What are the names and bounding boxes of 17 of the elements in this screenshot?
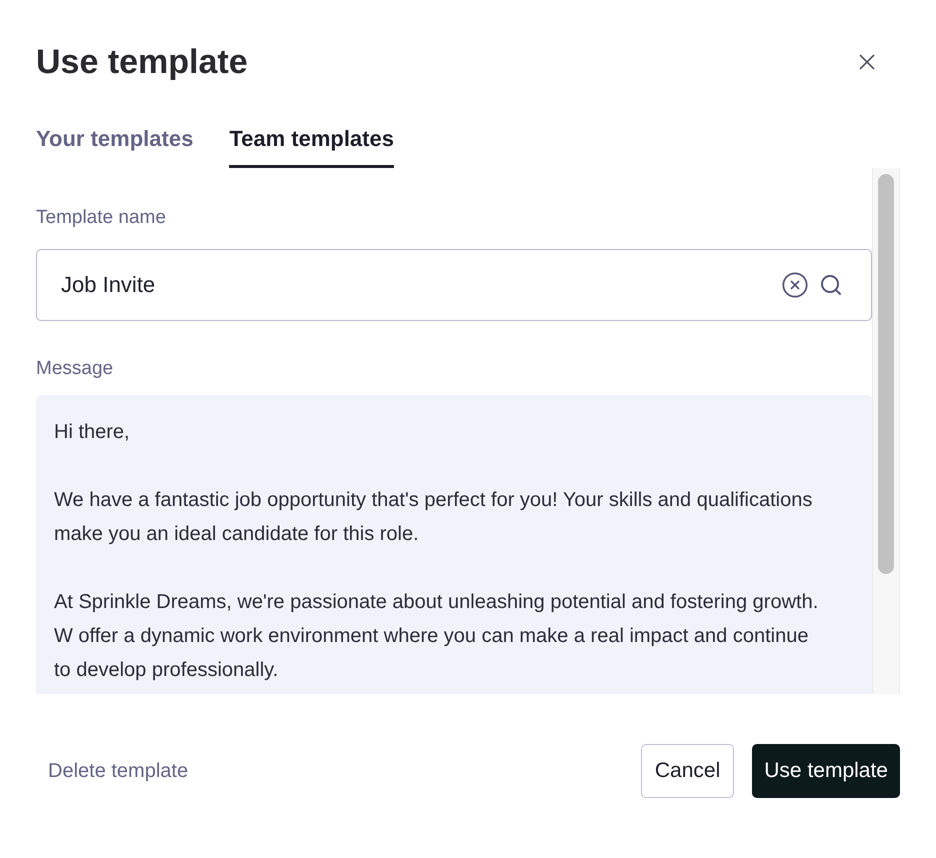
- scrollbar[interactable]: [872, 168, 900, 694]
- field-value: Job Invite: [61, 272, 156, 297]
- tab[interactable]: Your templates: [36, 122, 194, 168]
- dialog-title: Use template: [36, 42, 248, 83]
- delete-template-link[interactable]: Delete template: [48, 756, 188, 786]
- message-paragraph: At Sprinkle Dreams, we're passionate about unleashing potential and fostering growth. W offer a dynamic work environment where you can make a real impact and continue to develop professionally.: [54, 590, 820, 683]
- scrollbar-thumb[interactable]: [878, 174, 894, 574]
- message-paragraph: Hi there,: [54, 420, 131, 445]
- field-label: Template name: [36, 206, 167, 230]
- tab[interactable]: Team templates: [229, 122, 394, 168]
- cancel-button[interactable]: Cancel: [640, 744, 734, 798]
- search-icon[interactable]: [819, 272, 843, 296]
- template-name-field[interactable]: Job Invite: [36, 248, 872, 320]
- message-paragraph: We have a fantastic job opportunity that's perfect for you! Your skills and qualifications make you an ideal candidate for this role.: [54, 488, 814, 547]
- use-template-button[interactable]: Use template: [752, 744, 900, 798]
- field-label: Message: [36, 356, 114, 380]
- clear-icon[interactable]: [781, 270, 809, 298]
